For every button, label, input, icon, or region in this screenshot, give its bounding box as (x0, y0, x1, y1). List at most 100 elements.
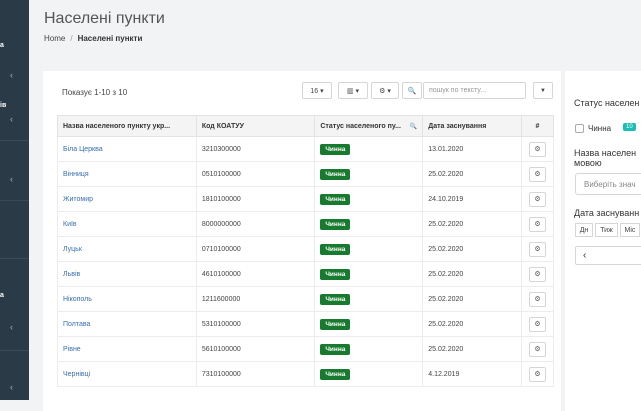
breadcrumb: Home / Населені пункти (44, 34, 142, 43)
founding-date: 25.02.2020 (422, 161, 523, 187)
status-checkbox-label[interactable]: Чинна (588, 124, 611, 133)
sidebar-label[interactable]: ів (0, 102, 6, 109)
page-size-dropdown[interactable]: 16 ▾ (302, 82, 332, 99)
gear-icon[interactable]: ⚙ (529, 316, 546, 332)
table-row: Житомир 1810100000 Чинна 24.10.2019 ⚙ (57, 186, 554, 212)
koatuu-code: 4610100000 (195, 261, 316, 287)
table-row: Чернівці 7310100000 Чинна 4.12.2019 ⚙ (57, 361, 554, 387)
founding-date: 25.02.2020 (422, 286, 523, 312)
status-count-badge: 10 (623, 123, 636, 131)
status-checkbox[interactable] (575, 124, 584, 133)
koatuu-code: 0510100000 (195, 161, 316, 187)
columns-icon[interactable]: ▥ ▾ (338, 82, 368, 99)
breadcrumb-separator: / (70, 34, 73, 43)
name-select[interactable]: Виберіть знач (575, 173, 641, 195)
settlement-name-link[interactable]: Житомир (57, 186, 197, 212)
gear-icon[interactable]: ⚙ (529, 266, 546, 282)
search-icon[interactable]: 🔍 (402, 82, 422, 99)
koatuu-code: 5610100000 (195, 336, 316, 362)
table-row: Рівне 5610100000 Чинна 25.02.2020 ⚙ (57, 336, 554, 362)
founding-date: 4.12.2019 (422, 361, 523, 387)
column-header-status-label: Статус населеного пу... (320, 122, 401, 130)
status-badge: Чинна (320, 343, 351, 355)
gear-icon[interactable]: ⚙ (529, 341, 546, 357)
chevron-left-icon[interactable]: ‹ (10, 382, 13, 392)
status-badge: Чинна (320, 318, 351, 330)
name-filter-subtitle: мовою (574, 158, 602, 168)
settlement-name-link[interactable]: Рівне (57, 336, 197, 362)
table-header-row: Назва населеного пункту укр... Код КОАТУ… (57, 115, 554, 137)
status-badge: Чинна (320, 143, 351, 155)
column-search-icon[interactable]: 🔍 (410, 123, 417, 130)
sidebar-label[interactable]: а (0, 42, 4, 49)
koatuu-code: 1810100000 (195, 186, 316, 212)
status-badge: Чинна (320, 368, 351, 380)
table-row: Полтава 5310100000 Чинна 25.02.2020 ⚙ (57, 311, 554, 337)
settlement-name-link[interactable]: Полтава (57, 311, 197, 337)
status-badge: Чинна (320, 218, 351, 230)
koatuu-code: 1211600000 (195, 286, 316, 312)
date-range-week[interactable]: Тиж (595, 223, 618, 237)
settlements-table: Назва населеного пункту укр... Код КОАТУ… (57, 115, 554, 387)
chevron-left-icon[interactable]: ‹ (10, 70, 13, 80)
koatuu-code: 8000000000 (195, 211, 316, 237)
koatuu-code: 3210300000 (195, 136, 316, 162)
status-badge: Чинна (320, 168, 351, 180)
search-input[interactable]: пошук по тексту... (423, 82, 526, 99)
status-badge: Чинна (320, 293, 351, 305)
gear-icon[interactable]: ⚙ (529, 291, 546, 307)
koatuu-code: 0710100000 (195, 236, 316, 262)
chevron-left-icon[interactable]: ‹ (10, 322, 13, 332)
table-row: Луцьк 0710100000 Чинна 25.02.2020 ⚙ (57, 236, 554, 262)
sidebar-divider (0, 350, 29, 351)
gear-icon[interactable]: ⚙ (529, 166, 546, 182)
filter-panel (565, 71, 641, 411)
status-badge: Чинна (320, 268, 351, 280)
settlement-name-link[interactable]: Київ (57, 211, 197, 237)
sidebar-label[interactable]: а (0, 292, 4, 299)
settlement-name-link[interactable]: Нікополь (57, 286, 197, 312)
showing-count: Показує 1-10 з 10 (62, 88, 128, 97)
founding-date: 13.01.2020 (422, 136, 523, 162)
chevron-left-icon[interactable]: ‹ (10, 174, 13, 184)
page-title: Населені пункти (44, 10, 165, 27)
sidebar-divider (0, 140, 29, 141)
koatuu-code: 5310100000 (195, 311, 316, 337)
koatuu-code: 7310100000 (195, 361, 316, 387)
table-row: Львів 4610100000 Чинна 25.02.2020 ⚙ (57, 261, 554, 287)
filter-icon[interactable]: ▼ (533, 82, 553, 99)
status-badge: Чинна (320, 243, 351, 255)
gear-icon[interactable]: ⚙ (529, 366, 546, 382)
gear-icon[interactable]: ⚙ (529, 241, 546, 257)
founding-date: 25.02.2020 (422, 311, 523, 337)
breadcrumb-current: Населені пункти (77, 34, 143, 43)
status-filter-title: Статус населен (574, 98, 640, 108)
date-range-month[interactable]: Міс (620, 223, 640, 237)
column-header-name[interactable]: Назва населеного пункту укр... (57, 115, 197, 137)
sidebar-divider (0, 200, 29, 201)
table-row: Біла Церква 3210300000 Чинна 13.01.2020 … (57, 136, 554, 162)
settlement-name-link[interactable]: Біла Церква (57, 136, 197, 162)
founding-date: 25.02.2020 (422, 236, 523, 262)
table-row: Нікополь 1211600000 Чинна 25.02.2020 ⚙ (57, 286, 554, 312)
settlement-name-link[interactable]: Луцьк (57, 236, 197, 262)
chevron-left-icon[interactable]: ‹ (10, 114, 13, 124)
name-filter-title: Назва населен (574, 148, 637, 158)
date-filter-title: Дата заснуванн (574, 208, 640, 218)
chevron-left-icon[interactable]: ‹ (575, 246, 641, 265)
settlement-name-link[interactable]: Вінниця (57, 161, 197, 187)
date-range-day[interactable]: Дн (575, 223, 593, 237)
settlement-name-link[interactable]: Львів (57, 261, 197, 287)
founding-date: 25.02.2020 (422, 211, 523, 237)
gear-icon[interactable]: ⚙ (529, 216, 546, 232)
column-header-status[interactable]: Статус населеного пу... 🔍 (314, 115, 424, 137)
column-header-code[interactable]: Код КОАТУУ (195, 115, 316, 137)
status-badge: Чинна (320, 193, 351, 205)
gear-icon[interactable]: ⚙ (529, 141, 546, 157)
gear-icon[interactable]: ⚙ (529, 191, 546, 207)
breadcrumb-home[interactable]: Home (44, 34, 65, 43)
founding-date: 25.02.2020 (422, 261, 523, 287)
column-header-date[interactable]: Дата заснування (422, 115, 523, 137)
settings-icon[interactable]: ⚙ ▾ (371, 82, 399, 99)
settlement-name-link[interactable]: Чернівці (57, 361, 197, 387)
